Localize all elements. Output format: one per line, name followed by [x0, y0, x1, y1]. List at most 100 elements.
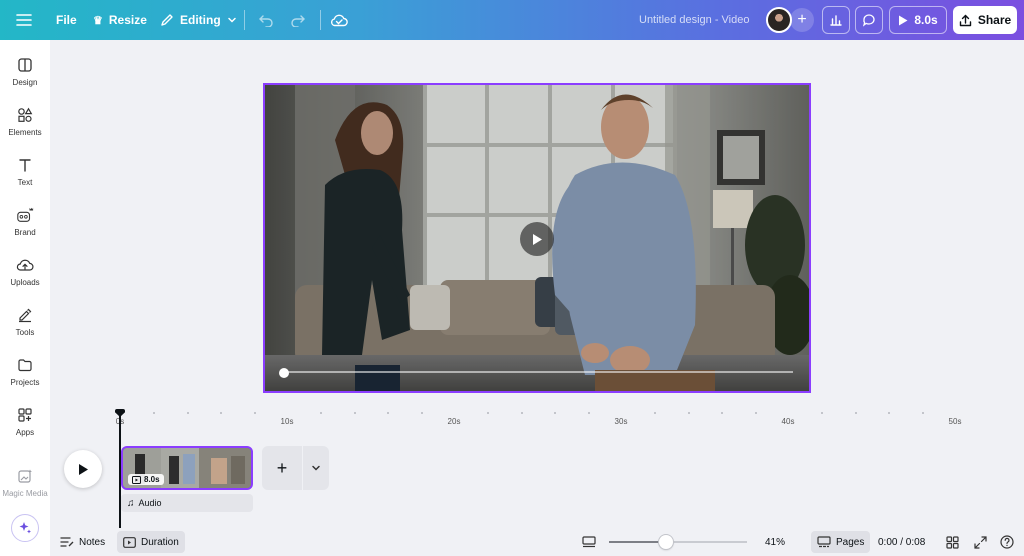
- video-play-button[interactable]: [520, 222, 554, 256]
- play-duration-label: 8.0s: [914, 13, 938, 27]
- resize-label: Resize: [108, 13, 147, 27]
- cloud-check-icon: [331, 14, 348, 27]
- notes-icon: [60, 537, 74, 547]
- playback-time: 0:00 / 0:08: [878, 531, 925, 553]
- tick-dot: [687, 412, 690, 414]
- editing-label: Editing: [180, 13, 221, 27]
- duration-button[interactable]: Duration: [117, 531, 185, 553]
- sidebar-item-label: Uploads: [10, 278, 40, 287]
- sidebar-item-label: Brand: [14, 228, 36, 237]
- grid-view-button[interactable]: [943, 533, 961, 551]
- undo-button[interactable]: [258, 0, 274, 40]
- file-label: File: [56, 13, 77, 27]
- share-label: Share: [977, 13, 1012, 27]
- sidebar-item-tools[interactable]: Tools: [0, 306, 50, 350]
- fullscreen-button[interactable]: [971, 533, 989, 551]
- tick-dot: [554, 412, 557, 414]
- pages-label: Pages: [836, 536, 865, 548]
- video-icon: [132, 475, 141, 484]
- add-page-options-button[interactable]: [303, 446, 329, 490]
- tick-label: 10s: [280, 417, 294, 426]
- zoom-percent[interactable]: 41%: [765, 531, 785, 553]
- play-icon: [899, 15, 908, 25]
- invite-button[interactable]: +: [790, 8, 814, 32]
- document-title[interactable]: Untitled design - Video: [639, 0, 749, 40]
- file-menu-button[interactable]: File: [56, 0, 77, 40]
- tick-dot: [888, 412, 891, 414]
- sidebar-item-apps[interactable]: Apps: [0, 406, 50, 450]
- save-status-button[interactable]: [330, 0, 348, 40]
- hide-pages-button[interactable]: [580, 533, 598, 551]
- main-menu-button[interactable]: [16, 0, 32, 40]
- sidebar-item-elements[interactable]: Elements: [0, 106, 50, 150]
- sidebar-item-label: Design: [12, 78, 38, 87]
- sidebar-item-text[interactable]: Text: [0, 156, 50, 200]
- playback-time-label: 0:00 / 0:08: [878, 536, 926, 548]
- magic-assistant-button[interactable]: [11, 514, 39, 542]
- hamburger-icon: [16, 14, 32, 26]
- document-title-text: Untitled design - Video: [639, 14, 750, 26]
- bar-chart-icon: [830, 15, 842, 26]
- comments-button[interactable]: [855, 6, 883, 34]
- audio-track[interactable]: ♫ Audio: [121, 494, 253, 512]
- sidebar-item-label: Projects: [10, 378, 40, 387]
- sidebar-item-projects[interactable]: Projects: [0, 356, 50, 400]
- video-progress-knob[interactable]: [279, 368, 289, 378]
- add-page-button[interactable]: +: [262, 446, 302, 490]
- upload-icon: [959, 14, 972, 26]
- editing-mode-dropdown[interactable]: Editing: [160, 0, 237, 40]
- notes-label: Notes: [79, 536, 106, 548]
- clip-duration-badge: 8.0s: [128, 474, 164, 485]
- tick-dot: [921, 412, 924, 414]
- sidebar-item-brand[interactable]: Brand: [0, 206, 50, 250]
- timeline-ruler[interactable]: 0s10s20s30s40s50s: [50, 408, 1024, 432]
- video-clip[interactable]: 8.0s: [121, 446, 253, 490]
- chevron-down-icon: [227, 17, 236, 23]
- video-progress-track[interactable]: [283, 371, 793, 373]
- sidebar-item-label: Apps: [15, 428, 35, 437]
- magic-media-icon: [16, 467, 34, 485]
- divider: [244, 10, 245, 30]
- avatar[interactable]: [766, 7, 792, 33]
- sparkle-icon: [19, 522, 31, 534]
- tick-label: 30s: [614, 417, 628, 426]
- brand-icon: [16, 206, 34, 224]
- redo-button[interactable]: [290, 0, 306, 40]
- pages-button[interactable]: Pages: [811, 531, 871, 553]
- chevron-down-icon: [312, 465, 320, 471]
- sidebar-item-label: Magic Media: [2, 489, 48, 498]
- timeline-play-button[interactable]: [64, 450, 102, 488]
- resize-button[interactable]: ♛ Resize: [93, 0, 147, 40]
- help-button[interactable]: [998, 533, 1016, 551]
- zoom-slider-knob[interactable]: [658, 535, 673, 549]
- play-icon: [79, 463, 88, 475]
- uploads-icon: [16, 256, 34, 274]
- tick-dot: [520, 412, 523, 414]
- expand-icon: [973, 535, 987, 549]
- sidebar-item-uploads[interactable]: Uploads: [0, 256, 50, 300]
- insights-button[interactable]: [822, 6, 850, 34]
- clip-duration-label: 8.0s: [144, 475, 160, 484]
- notes-button[interactable]: Notes: [60, 531, 105, 553]
- pencil-icon: [161, 14, 173, 26]
- video-canvas[interactable]: [263, 83, 811, 393]
- undo-icon: [259, 15, 273, 27]
- share-button[interactable]: Share: [953, 6, 1017, 34]
- comment-icon: [862, 14, 875, 27]
- elements-icon: [16, 106, 34, 124]
- audio-label: Audio: [138, 498, 162, 508]
- tick-dot: [153, 412, 156, 414]
- tick-label: 50s: [948, 417, 962, 426]
- tick-label: 40s: [781, 417, 795, 426]
- play-preview-button[interactable]: 8.0s: [889, 6, 947, 34]
- sidebar-item-label: Tools: [15, 328, 35, 337]
- tick-dot: [253, 412, 256, 414]
- sidebar-item-magic-media[interactable]: Magic Media: [0, 467, 50, 511]
- tools-icon: [16, 306, 34, 324]
- tick-dot: [220, 412, 223, 414]
- video-icon: [123, 536, 136, 548]
- sidebar-item-label: Elements: [8, 128, 42, 137]
- top-bar: File ♛ Resize Editing Untitled design - …: [0, 0, 1024, 40]
- sidebar-item-design[interactable]: Design: [0, 56, 50, 100]
- tick-dot: [353, 412, 356, 414]
